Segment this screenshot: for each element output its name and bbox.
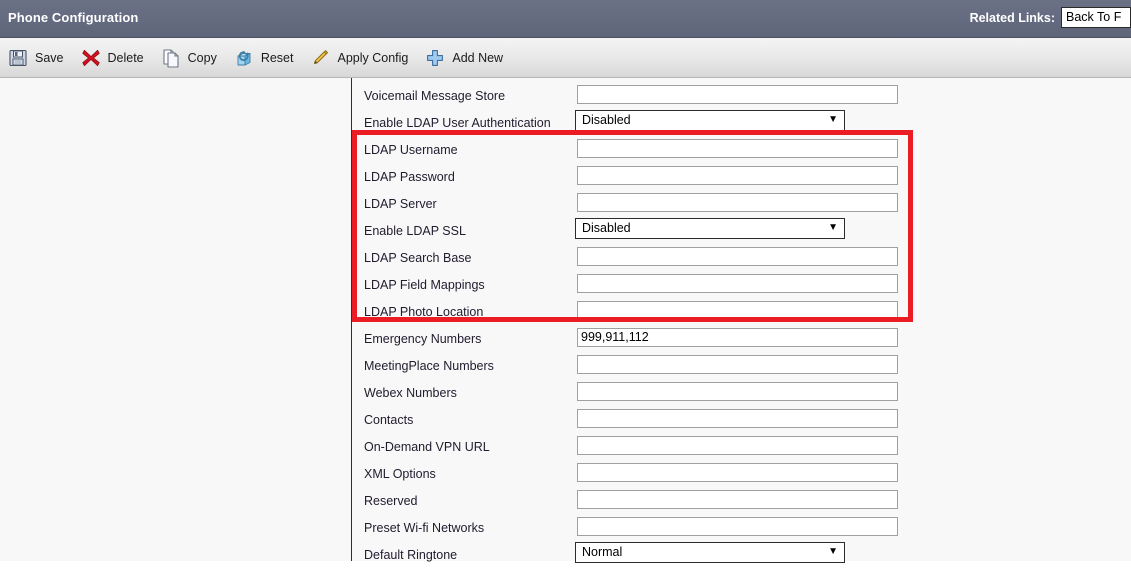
form-row-label: MeetingPlace Numbers [364,359,494,373]
form-row: LDAP Photo Location [353,299,1131,326]
form-row-label: LDAP Search Base [364,251,472,265]
form-row-textbox[interactable] [577,436,898,455]
plus-icon [425,48,445,68]
form-row-label: Emergency Numbers [364,332,482,346]
form-row-textbox[interactable] [577,301,898,320]
related-links-area: Related Links: Back To F [970,7,1131,28]
form-row: On-Demand VPN URL [353,434,1131,461]
save-button[interactable]: Save [0,41,73,75]
form-row: LDAP Search Base [353,245,1131,272]
copy-pages-icon [161,48,181,68]
form-row-dropdown[interactable]: Disabled ▼ [575,110,845,131]
form-row-label: LDAP Server [364,197,437,211]
apply-config-button[interactable]: Apply Config [302,41,417,75]
left-empty-pane [0,78,352,561]
dropdown-value: Normal [582,545,623,559]
chevron-down-icon: ▼ [828,546,838,557]
form-row-textbox[interactable] [577,382,898,401]
form-row: Enable LDAP User Authentication Disabled ▼ [353,110,1131,137]
form-row: Preset Wi-fi Networks [353,515,1131,542]
window-title-bar: Phone Configuration Related Links: Back … [0,0,1131,38]
form-row: LDAP Server [353,191,1131,218]
form-row-textbox[interactable] [577,490,898,509]
form-row-textbox[interactable] [577,139,898,158]
page-title: Phone Configuration [8,10,139,25]
pencil-icon [310,48,330,68]
save-button-label: Save [35,50,64,65]
dropdown-value: Disabled [582,113,631,127]
chevron-down-icon: ▼ [828,222,838,233]
copy-button-label: Copy [187,50,217,65]
form-row-textbox[interactable] [577,409,898,428]
delete-button[interactable]: Delete [73,41,153,75]
form-row-textbox[interactable] [577,274,898,293]
form-row: XML Options [353,461,1131,488]
delete-x-icon [81,48,101,68]
form-row-label: Webex Numbers [364,386,457,400]
form-row-label: Voicemail Message Store [364,89,506,103]
form-row: Default Ringtone Normal ▼ [353,542,1131,569]
reset-button[interactable]: Reset [226,41,303,75]
phone-configuration-form: Voicemail Message Store Enable LDAP User … [353,78,1131,563]
form-row-textbox[interactable] [577,247,898,266]
form-row: Contacts [353,407,1131,434]
action-toolbar: Save Delete Copy Reset Apply Config Add … [0,38,1131,78]
form-row: MeetingPlace Numbers [353,353,1131,380]
form-row-textbox[interactable]: 999,911,112 [577,328,898,347]
form-row-textbox[interactable] [577,355,898,374]
form-row-label: LDAP Username [364,143,458,157]
form-row-textbox[interactable] [577,193,898,212]
form-row-label: Reserved [364,494,418,508]
related-links-value: Back To F [1066,10,1122,24]
apply-config-button-label: Apply Config [337,50,409,65]
form-row: LDAP Field Mappings [353,272,1131,299]
form-row-textbox[interactable] [577,166,898,185]
form-row: Webex Numbers [353,380,1131,407]
related-links-dropdown[interactable]: Back To F [1061,7,1131,28]
form-row: Reserved [353,488,1131,515]
form-row: Emergency Numbers 999,911,112 [353,326,1131,353]
copy-button[interactable]: Copy [153,41,226,75]
form-row-label: Enable LDAP User Authentication [364,116,551,130]
form-row-label: Contacts [364,413,414,427]
form-row-label: LDAP Photo Location [364,305,484,319]
related-links-label: Related Links: [969,10,1055,25]
form-row-label: Enable LDAP SSL [364,224,466,238]
reset-button-label: Reset [260,50,294,65]
delete-button-label: Delete [107,50,144,65]
content-area: Voicemail Message Store Enable LDAP User … [0,78,1131,563]
form-row: LDAP Username [353,137,1131,164]
form-row-label: Default Ringtone [364,548,458,562]
form-row-dropdown[interactable]: Normal ▼ [575,542,845,563]
form-row-textbox[interactable] [577,517,898,536]
form-row-textbox[interactable] [577,463,898,482]
form-row: Voicemail Message Store [353,83,1131,110]
form-row-dropdown[interactable]: Disabled ▼ [575,218,845,239]
form-row: Enable LDAP SSL Disabled ▼ [353,218,1131,245]
add-new-button[interactable]: Add New [417,41,512,75]
form-row-label: XML Options [364,467,436,481]
reset-cube-icon [234,48,254,68]
form-row-label: On-Demand VPN URL [364,440,490,454]
form-row: LDAP Password [353,164,1131,191]
form-row-textbox[interactable] [577,85,898,104]
form-row-label: Preset Wi-fi Networks [364,521,485,535]
save-floppy-icon [8,48,28,68]
form-row-label: LDAP Field Mappings [364,278,485,292]
form-row-label: LDAP Password [364,170,455,184]
add-new-button-label: Add New [452,50,504,65]
dropdown-value: Disabled [582,221,631,235]
chevron-down-icon: ▼ [828,114,838,125]
